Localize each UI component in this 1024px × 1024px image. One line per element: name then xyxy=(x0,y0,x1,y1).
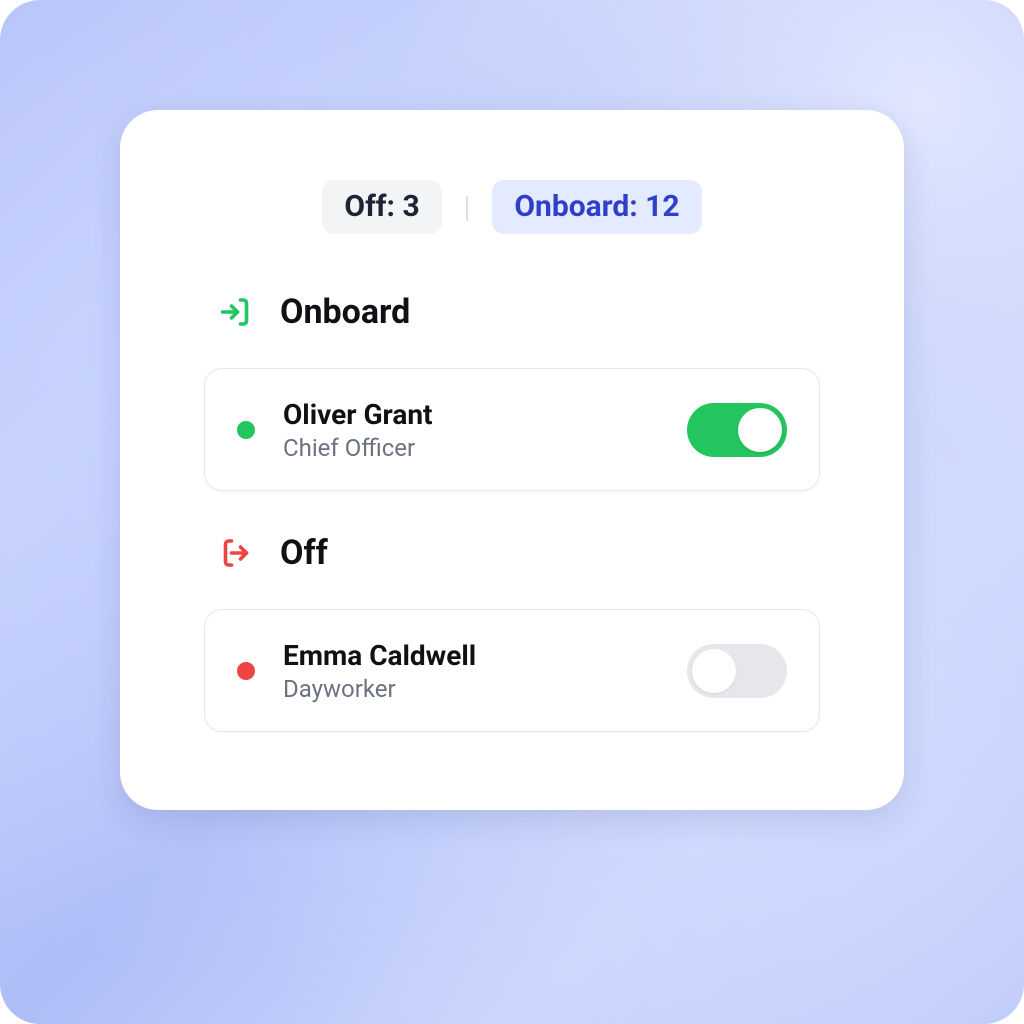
login-icon xyxy=(218,294,254,330)
person-name: Oliver Grant xyxy=(283,397,687,432)
status-dot-online-icon xyxy=(237,421,255,439)
tab-onboard[interactable]: Onboard: 12 xyxy=(492,180,701,234)
toggle-knob xyxy=(738,408,782,452)
toggle-knob xyxy=(692,649,736,693)
list-item: Oliver Grant Chief Officer xyxy=(204,368,820,491)
logout-icon xyxy=(218,535,254,571)
tabs: Off: 3 | Onboard: 12 xyxy=(200,180,824,234)
status-card: Off: 3 | Onboard: 12 Onboard Oliver Gran… xyxy=(120,110,904,810)
section-title-onboard: Onboard xyxy=(280,292,410,332)
app-background: Off: 3 | Onboard: 12 Onboard Oliver Gran… xyxy=(0,0,1024,1024)
section-header-onboard: Onboard xyxy=(218,292,824,332)
person-info: Emma Caldwell Dayworker xyxy=(283,638,687,703)
tab-divider: | xyxy=(464,190,471,225)
status-toggle[interactable] xyxy=(687,403,787,457)
tab-off[interactable]: Off: 3 xyxy=(322,180,441,234)
status-dot-offline-icon xyxy=(237,662,255,680)
section-header-off: Off xyxy=(218,533,824,573)
list-item: Emma Caldwell Dayworker xyxy=(204,609,820,732)
person-role: Dayworker xyxy=(283,675,687,703)
section-title-off: Off xyxy=(280,533,328,573)
status-toggle[interactable] xyxy=(687,644,787,698)
person-role: Chief Officer xyxy=(283,434,687,462)
person-info: Oliver Grant Chief Officer xyxy=(283,397,687,462)
person-name: Emma Caldwell xyxy=(283,638,687,673)
